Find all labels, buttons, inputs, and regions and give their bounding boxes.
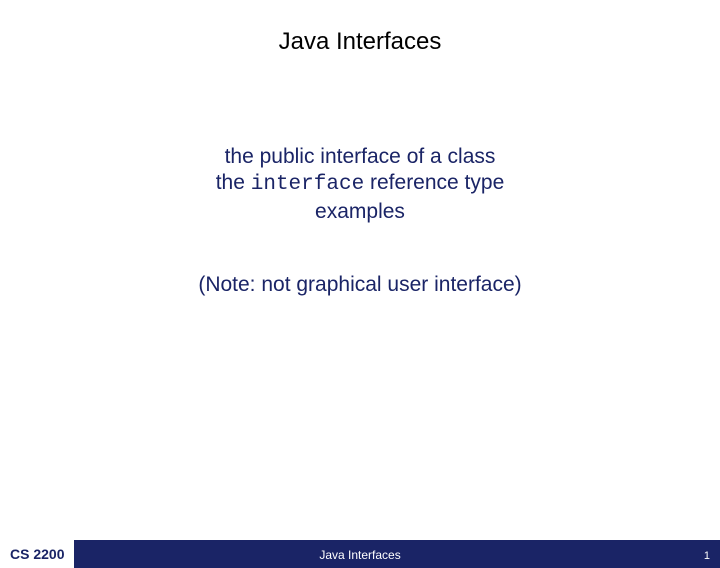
body-line-3: examples: [0, 199, 720, 225]
page-number: 1: [704, 550, 710, 562]
body-line-2-keyword: interface: [251, 173, 364, 196]
slide-note: (Note: not graphical user interface): [0, 273, 720, 297]
footer-title: Java Interfaces: [0, 548, 720, 562]
body-line-2-pre: the: [216, 171, 251, 194]
body-line-2-post: reference type: [364, 171, 504, 194]
body-line-1: the public interface of a class: [0, 144, 720, 170]
slide-title: Java Interfaces: [0, 28, 720, 56]
body-line-2: the interface reference type: [0, 170, 720, 198]
slide-body: the public interface of a class the inte…: [0, 144, 720, 225]
